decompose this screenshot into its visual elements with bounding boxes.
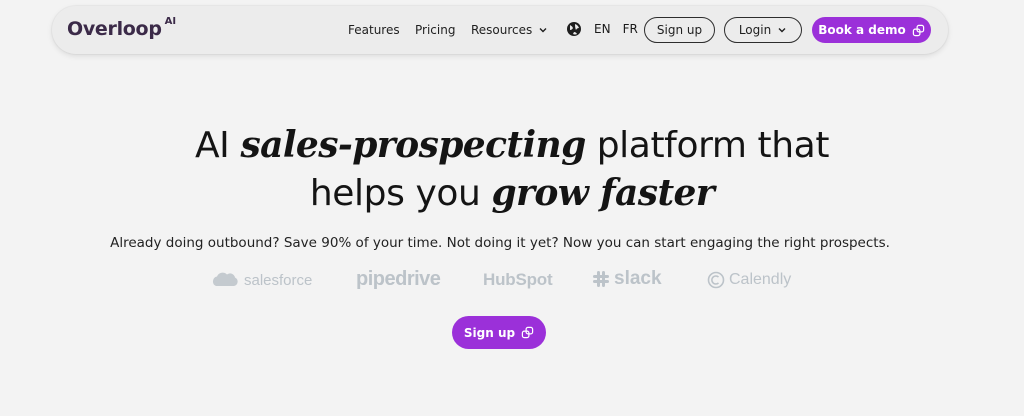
calendly-text: Calendly: [729, 271, 792, 288]
hero-signup-label: Sign up: [463, 325, 516, 340]
nav-features-label: Features: [348, 23, 400, 37]
language-switcher: EN FR: [566, 21, 638, 37]
chevron-down-icon: [539, 28, 547, 33]
slack-logo: slack: [592, 268, 662, 290]
lang-fr[interactable]: FR: [623, 22, 638, 36]
salesforce-logo: salesforce: [210, 270, 312, 290]
globe-icon[interactable]: [566, 21, 582, 37]
slack-text: slack: [614, 268, 662, 289]
hero-text: platform that: [596, 125, 830, 166]
nav-pricing[interactable]: Pricing: [415, 23, 455, 37]
signup-button-label: Sign up: [656, 23, 703, 37]
calendly-logo: Calendly: [707, 271, 791, 289]
nav-features[interactable]: Features: [348, 23, 400, 37]
hubspot-logo: HubSpot: [483, 270, 553, 290]
link-icon: [521, 326, 534, 339]
hero-text: AI: [194, 125, 230, 166]
salesforce-text: salesforce: [244, 271, 313, 289]
book-demo-button[interactable]: Book a demo: [812, 17, 931, 43]
signup-button[interactable]: Sign up: [644, 17, 715, 43]
book-demo-label: Book a demo: [818, 23, 906, 37]
login-button-label: Login: [738, 23, 772, 37]
logo-ai-suffix: AI: [164, 16, 177, 27]
pipedrive-text: pipedrive: [356, 268, 441, 290]
nav-resources-label: Resources: [471, 23, 533, 37]
hero-headline-line2: helps you grow faster: [0, 172, 1024, 214]
hero-signup-button[interactable]: Sign up: [452, 316, 546, 349]
navbar: Overloop AI Features Pricing Resources E…: [52, 6, 948, 54]
hero-text: helps you: [309, 173, 481, 214]
nav-pricing-label: Pricing: [415, 23, 456, 37]
hero-emphasis: grow faster: [491, 172, 715, 214]
overloop-logo[interactable]: Overloop AI: [67, 16, 177, 40]
salesforce-cloud-icon: [212, 272, 238, 286]
nav-resources[interactable]: Resources: [471, 23, 548, 37]
hero-headline-line1: AI sales-prospecting platform that: [0, 124, 1024, 166]
link-icon: [912, 24, 924, 36]
login-button[interactable]: Login: [724, 17, 802, 43]
hero-emphasis: sales-prospecting: [240, 124, 586, 166]
calendly-icon: [707, 271, 725, 289]
hero-subtitle: Already doing outbound? Save 90% of your…: [110, 235, 890, 251]
logo-text: Overloop: [67, 18, 162, 40]
slack-hash-icon: [593, 271, 609, 287]
lang-en[interactable]: EN: [594, 22, 611, 36]
pipedrive-logo: pipedrive: [356, 268, 441, 291]
chevron-down-icon: [778, 28, 786, 33]
hubspot-text: HubSpot: [483, 270, 553, 289]
